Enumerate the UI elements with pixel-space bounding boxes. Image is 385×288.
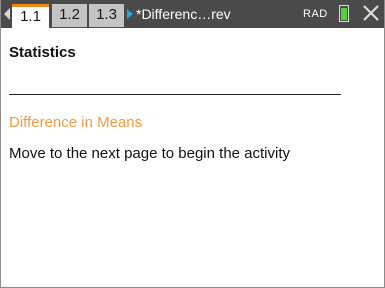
- page-subtitle: Difference in Means: [9, 114, 143, 131]
- document-title: *Differenc…rev: [136, 6, 231, 22]
- tab-page-1-1[interactable]: 1.1: [12, 4, 49, 30]
- tab-page-1-3[interactable]: 1.3: [89, 4, 124, 27]
- calculator-window: 1.1 1.2 1.3 *Differenc…rev RAD Statistic…: [0, 0, 385, 288]
- tab-page-1-2[interactable]: 1.2: [52, 4, 87, 27]
- tab-bar: 1.1 1.2 1.3 *Differenc…rev RAD: [1, 0, 384, 30]
- page-heading: Statistics: [9, 44, 76, 61]
- close-icon[interactable]: [360, 2, 382, 24]
- battery-level: [341, 8, 347, 20]
- divider: [9, 94, 341, 95]
- chevron-left-icon[interactable]: [4, 8, 10, 20]
- angle-mode-indicator: RAD: [303, 8, 328, 20]
- instruction-text: Move to the next page to begin the activ…: [9, 145, 291, 162]
- play-marker-icon: [127, 9, 133, 19]
- battery-icon: [339, 5, 349, 22]
